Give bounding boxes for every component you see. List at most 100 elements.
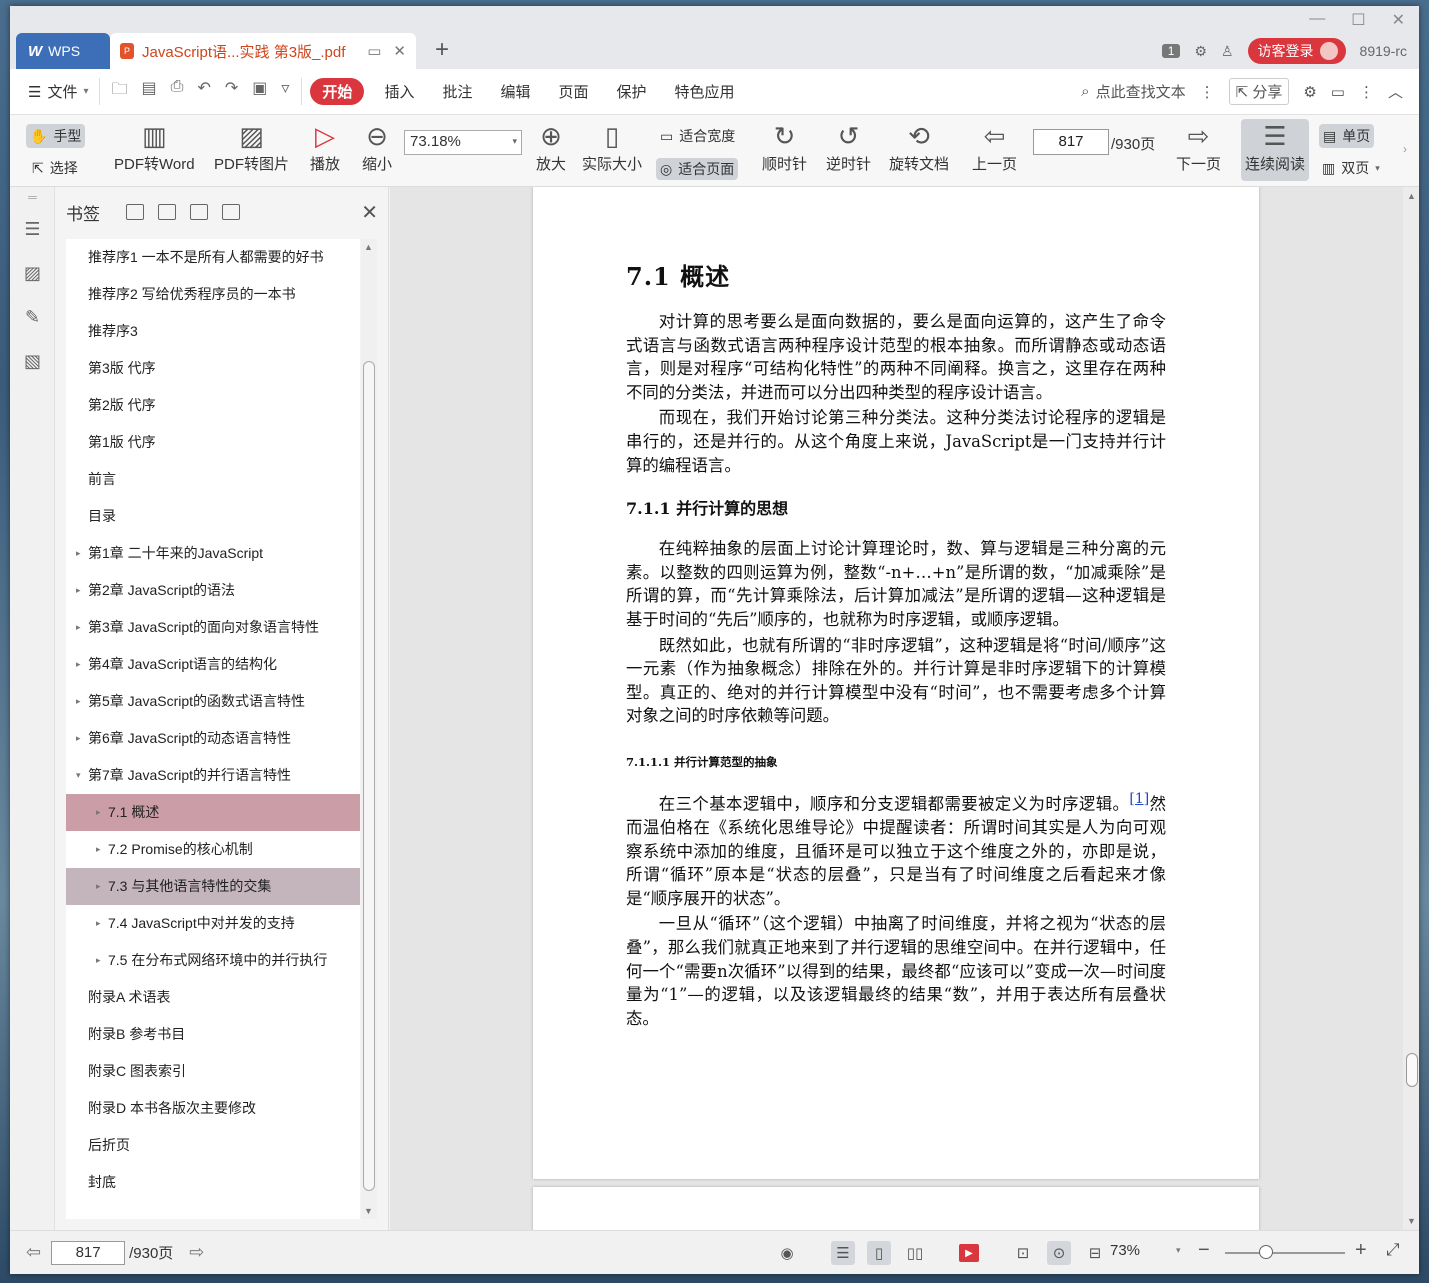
prev-page-button[interactable]: ⇦ 上一页 (972, 119, 1017, 174)
caret-right-icon[interactable]: ▸ (96, 868, 101, 905)
fit-width-icon[interactable]: ⊟ (1083, 1241, 1107, 1265)
bookmark-item[interactable]: 推荐序3 (66, 313, 360, 350)
wps-home-tab[interactable]: W WPS (16, 33, 110, 69)
new-tab-icon[interactable]: + (435, 36, 449, 64)
bookmark-item[interactable]: 第3版 代序 (66, 350, 360, 387)
caret-right-icon[interactable]: ▸ (76, 572, 81, 609)
add-bookmark-icon[interactable] (190, 204, 208, 220)
caret-right-icon[interactable]: ▸ (96, 942, 101, 979)
shirt-icon[interactable]: ♙ (1221, 43, 1234, 60)
bookmark-item[interactable]: 附录B 参考书目 (66, 1016, 360, 1053)
rotate-counter-button[interactable]: ↺ 逆时针 (826, 119, 871, 174)
bookmark-item[interactable]: 第1版 代序 (66, 424, 360, 461)
bookmark-item[interactable]: ▸ 7.5 在分布式网络环境中的并行执行 (66, 942, 360, 979)
open-folder-icon[interactable]: 🗀 (112, 78, 128, 105)
document-view[interactable]: 7.1 概述 对计算的思考要么是面向数据的，要么是面向运算的，这产生了命令式语言… (390, 187, 1403, 1230)
eye-protection-icon[interactable]: ◉ (775, 1241, 799, 1265)
bookmark-icon[interactable] (222, 204, 240, 220)
menu-special[interactable]: 特色应用 (661, 81, 749, 102)
zoom-plus-icon[interactable]: + (1355, 1239, 1367, 1262)
menu-start[interactable]: 开始 (310, 78, 365, 105)
zoom-slider-knob[interactable] (1259, 1245, 1273, 1259)
bookmark-item[interactable]: ▸ 第2章 JavaScript的语法 (66, 572, 360, 609)
document-scrollbar[interactable]: ▲ ▼ (1403, 187, 1419, 1230)
continuous-view-icon[interactable]: ☰ (831, 1241, 855, 1265)
bookmark-item[interactable]: 后折页 (66, 1127, 360, 1164)
minimize-icon[interactable]: — (1309, 10, 1325, 30)
ribbon-scroll-right-icon[interactable]: › (1403, 142, 1407, 156)
fit-page-button[interactable]: ◎ 适合页面 (656, 158, 739, 180)
search-icon[interactable]: ⌕ (1081, 83, 1089, 100)
zoom-slider[interactable] (1225, 1245, 1345, 1259)
fit-width-button[interactable]: ▭ 适合宽度 (660, 126, 735, 146)
settings-gear-icon[interactable]: ⚙ (1303, 83, 1316, 101)
play-icon[interactable]: ▶ (959, 1244, 979, 1262)
bookmark-item[interactable]: 封底 (66, 1164, 360, 1201)
close-tab-icon[interactable]: ✕ (393, 42, 406, 60)
caret-right-icon[interactable]: ▸ (76, 535, 81, 572)
bookmark-item[interactable]: ▸ 第6章 JavaScript的动态语言特性 (66, 720, 360, 757)
bookmark-item[interactable]: ▸ 7.2 Promise的核心机制 (66, 831, 360, 868)
file-menu[interactable]: ☰ 文件 ▾ (10, 81, 99, 102)
zoom-out-button[interactable]: ⊖ 缩小 (362, 119, 392, 174)
double-page-button[interactable]: ▥ 双页 ▾ (1322, 158, 1380, 178)
rotate-doc-button[interactable]: ⟲ 旋转文档 (889, 119, 949, 174)
skin-icon[interactable]: ⚙ (1194, 43, 1207, 60)
select-tool-button[interactable]: ⇱ 选择 (32, 158, 78, 178)
maximize-icon[interactable]: ☐ (1351, 10, 1365, 30)
next-page-button[interactable]: ⇨ 下一页 (1176, 119, 1221, 174)
single-page-view-icon[interactable]: ▯ (867, 1241, 891, 1265)
menu-page[interactable]: 页面 (544, 81, 602, 102)
redo-icon[interactable]: ↷ (225, 78, 238, 105)
print-icon[interactable]: ⎙ (171, 78, 184, 105)
close-panel-icon[interactable]: ✕ (361, 200, 378, 225)
caret-right-icon[interactable]: ▸ (76, 720, 81, 757)
bookmark-item[interactable]: ▸ 第3章 JavaScript的面向对象语言特性 (66, 609, 360, 646)
single-page-button[interactable]: ▤ 单页 (1319, 124, 1375, 148)
bookmark-item[interactable]: 第2版 代序 (66, 387, 360, 424)
caret-down-icon[interactable]: ▾ (76, 757, 81, 794)
caret-right-icon[interactable]: ▸ (76, 683, 81, 720)
chevron-down-icon[interactable]: ▾ (1176, 1245, 1181, 1256)
page-number-input[interactable]: 817 (1033, 129, 1109, 155)
footnote-link[interactable]: [1] (1129, 791, 1149, 807)
bookmark-item[interactable]: ▾ 第7章 JavaScript的并行语言特性 (66, 757, 360, 794)
caret-right-icon[interactable]: ▸ (76, 609, 81, 646)
undo-icon[interactable]: ↶ (197, 78, 210, 105)
actual-size-icon[interactable]: ⊡ (1011, 1241, 1035, 1265)
scrollbar-thumb[interactable] (1406, 1053, 1418, 1087)
find-text-button[interactable]: 点此查找文本 (1096, 81, 1186, 102)
bookmark-item[interactable]: 附录A 术语表 (66, 979, 360, 1016)
zoom-minus-icon[interactable]: − (1198, 1239, 1210, 1262)
prev-page-icon[interactable]: ⇦ (26, 1242, 41, 1263)
bookmark-item[interactable]: 目录 (66, 498, 360, 535)
hand-tool-button[interactable]: ✋ 手型 (26, 124, 86, 148)
caret-right-icon[interactable]: ▸ (96, 831, 101, 868)
double-page-view-icon[interactable]: ▯▯ (903, 1241, 927, 1265)
scroll-up-icon[interactable]: ▲ (1407, 191, 1416, 201)
guest-login-button[interactable]: 访客登录 (1247, 38, 1346, 64)
bookmark-list-icon[interactable]: ☰ (10, 207, 55, 251)
document-tab[interactable]: P JavaScript语...实践 第3版_.pdf ▭ ✕ (110, 33, 416, 69)
bookmark-item[interactable]: ▸ 第5章 JavaScript的函数式语言特性 (66, 683, 360, 720)
more-dropdown-icon[interactable]: ▿ (281, 78, 289, 105)
pdf-to-word-button[interactable]: ▥ PDF转Word (114, 119, 195, 174)
export-icon[interactable]: ▣ (252, 78, 267, 105)
collapse-ribbon-icon[interactable]: ︿ (1388, 81, 1403, 102)
bookmark-scrollbar[interactable]: ▲ ▼ (361, 239, 377, 1219)
scroll-up-icon[interactable]: ▲ (364, 242, 373, 252)
caret-right-icon[interactable]: ▸ (96, 794, 101, 831)
status-page-input[interactable]: 817 (51, 1240, 126, 1265)
close-window-icon[interactable]: ✕ (1392, 10, 1405, 30)
bookmark-item[interactable]: 附录D 本书各版次主要修改 (66, 1090, 360, 1127)
pin-icon[interactable]: ▭ (367, 42, 381, 60)
window-count-badge[interactable]: 1 (1161, 44, 1181, 58)
comment-icon[interactable]: ▭ (1331, 83, 1345, 101)
play-button[interactable]: ▷ 播放 (310, 119, 340, 174)
caret-right-icon[interactable]: ▸ (76, 646, 81, 683)
image-export-icon[interactable]: ▧ (10, 339, 55, 383)
bookmark-item[interactable]: ▸ 7.4 JavaScript中对并发的支持 (66, 905, 360, 942)
fit-page-icon[interactable]: ⊙ (1047, 1241, 1071, 1265)
menu-annotate[interactable]: 批注 (428, 81, 486, 102)
scroll-down-icon[interactable]: ▼ (1407, 1216, 1416, 1226)
